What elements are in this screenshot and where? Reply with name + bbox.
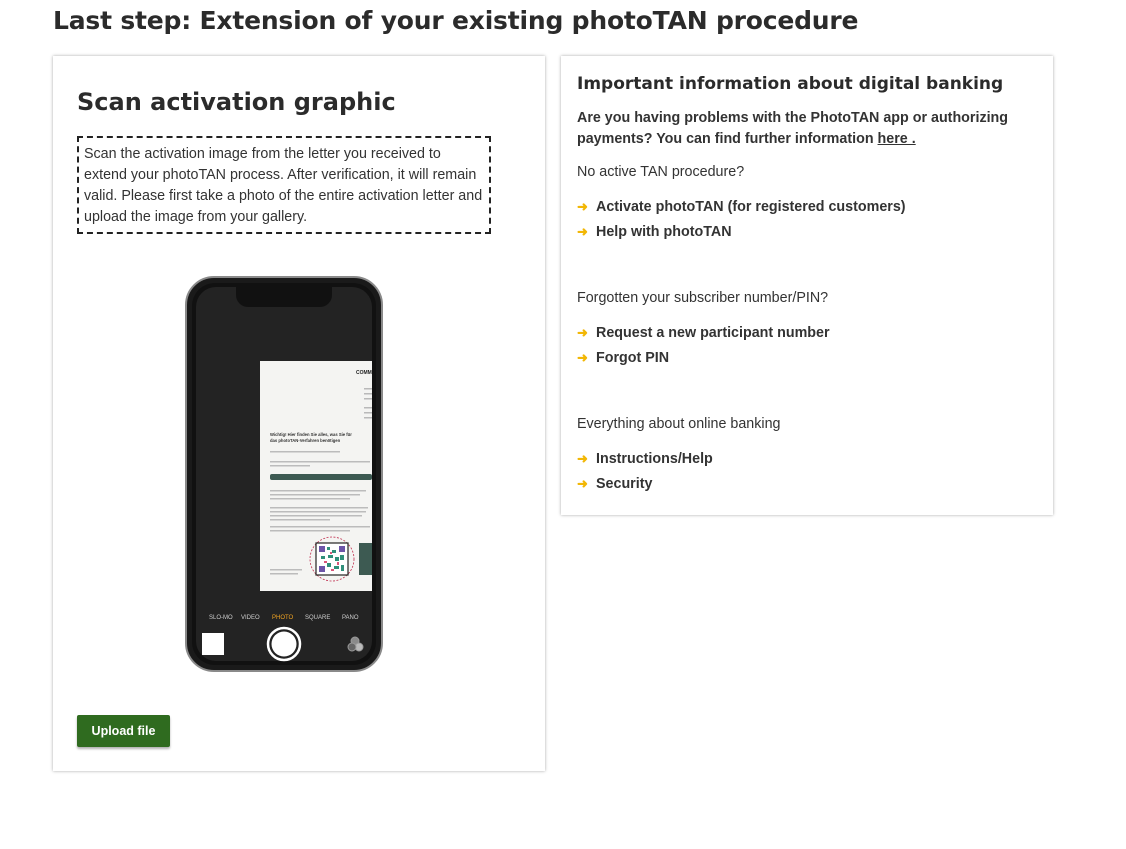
link-label: Security [596, 475, 653, 492]
qr-code [309, 536, 355, 582]
link-forgot-pin[interactable]: ➜ Forgot PIN [577, 345, 830, 370]
camera-mode-pano: PANO [342, 615, 359, 621]
link-help-phototan[interactable]: ➜ Help with photoTAN [577, 219, 906, 244]
shutter-icon [266, 626, 302, 662]
section-label-tan: No active TAN procedure? [577, 164, 745, 180]
scan-instructions: Scan the activation image from the lette… [77, 136, 491, 234]
online-banking-links: ➜ Instructions/Help ➜ Security [577, 446, 713, 496]
upload-file-button[interactable]: Upload file [77, 715, 170, 747]
info-heading: Important information about digital bank… [577, 74, 1004, 94]
link-label: Activate photoTAN (for registered custom… [596, 198, 906, 215]
camera-mode-photo: PHOTO [272, 615, 294, 621]
further-info-link[interactable]: here . [878, 131, 916, 147]
problem-text: Are you having problems with the PhotoTA… [577, 110, 1009, 147]
link-label: Instructions/Help [596, 450, 713, 467]
gallery-thumbnail [202, 633, 224, 655]
link-activate-phototan[interactable]: ➜ Activate photoTAN (for registered custo… [577, 194, 906, 219]
letter-brand: COMM [356, 370, 372, 376]
camera-mode-video: VIDEO [241, 615, 260, 621]
link-instructions-help[interactable]: ➜ Instructions/Help [577, 446, 713, 471]
arrow-right-icon: ➜ [577, 199, 588, 214]
arrow-right-icon: ➜ [577, 451, 588, 466]
scan-card: Scan activation graphic Scan the activat… [53, 56, 545, 771]
info-card: Important information about digital bank… [561, 56, 1053, 515]
arrow-right-icon: ➜ [577, 476, 588, 491]
activation-letter: COMM Wichtig! Hier finden Sie alles, was… [260, 361, 372, 591]
problem-notice: Are you having problems with the PhotoTA… [577, 108, 1037, 150]
pin-links: ➜ Request a new participant number ➜ Forgo… [577, 320, 830, 370]
camera-mode-slomo: SLO-MO [209, 615, 233, 621]
link-security[interactable]: ➜ Security [577, 471, 713, 496]
section-label-pin: Forgotten your subscriber number/PIN? [577, 290, 829, 306]
link-request-participant-number[interactable]: ➜ Request a new participant number [577, 320, 830, 345]
link-label: Forgot PIN [596, 349, 670, 366]
camera-mode-square: SQUARE [305, 615, 330, 621]
link-label: Request a new participant number [596, 324, 830, 341]
phone-illustration: COMM Wichtig! Hier finden Sie alles, was… [185, 276, 383, 672]
arrow-right-icon: ➜ [577, 325, 588, 340]
scan-heading: Scan activation graphic [77, 88, 396, 116]
link-label: Help with photoTAN [596, 223, 732, 240]
page-title: Last step: Extension of your existing ph… [53, 6, 859, 35]
arrow-right-icon: ➜ [577, 224, 588, 239]
arrow-right-icon: ➜ [577, 350, 588, 365]
tan-links: ➜ Activate photoTAN (for registered custo… [577, 194, 906, 244]
section-label-online-banking: Everything about online banking [577, 416, 781, 432]
